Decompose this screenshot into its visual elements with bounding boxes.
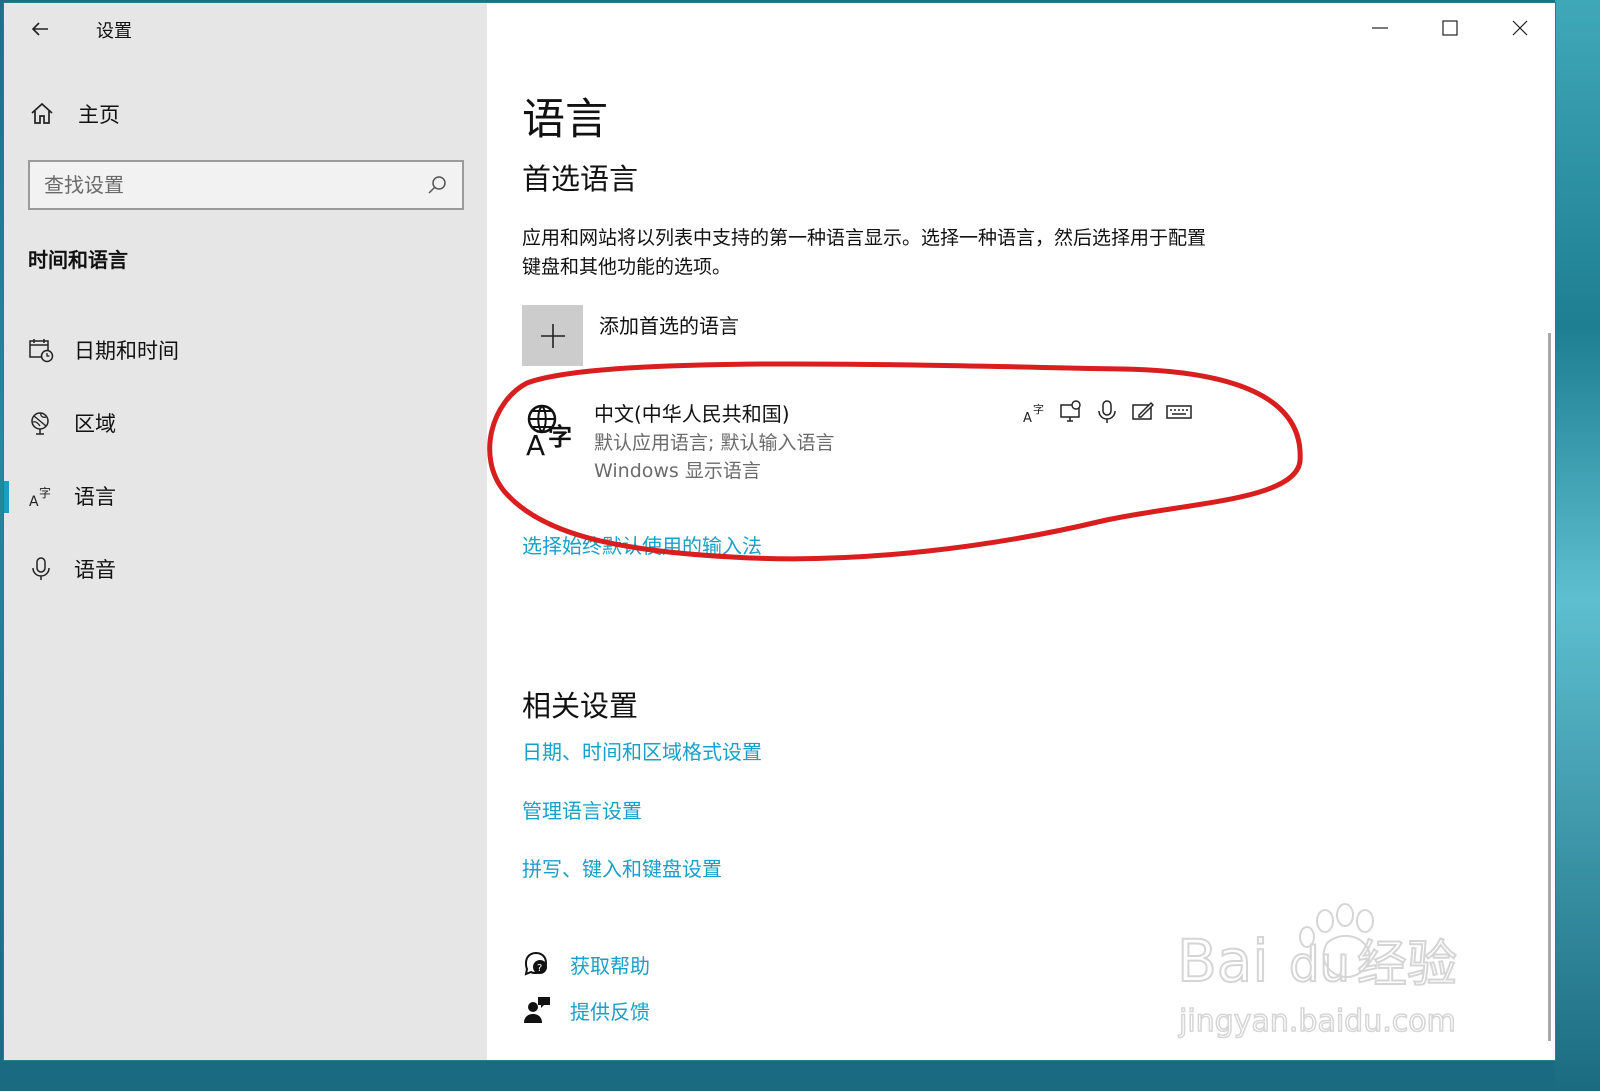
language-display-info: Windows 显示语言: [594, 460, 761, 482]
home-icon: [28, 100, 56, 128]
scrollbar[interactable]: [1548, 333, 1551, 1041]
feedback-link[interactable]: 提供反馈: [522, 995, 650, 1025]
svg-text:A: A: [1023, 411, 1032, 425]
sidebar-item-label: 区域: [74, 411, 116, 436]
related-link-spelling-typing-keyboard[interactable]: 拼写、键入和键盘设置: [522, 853, 722, 882]
speech-icon: [1058, 399, 1084, 425]
add-language-label: 添加首选的语言: [599, 314, 739, 338]
microphone-icon: [28, 556, 54, 582]
related-link-date-time-region[interactable]: 日期、时间和区域格式设置: [522, 736, 762, 765]
nav-list: 日期和时间 区域 A字 语言 语音: [4, 313, 487, 605]
home-nav-item[interactable]: 主页: [28, 99, 120, 129]
preferred-languages-description: 应用和网站将以列表中支持的第一种语言显示。选择一种语言，然后选择用于配置键盘和其…: [522, 227, 1207, 278]
plus-icon: [540, 323, 565, 348]
language-default-info: 默认应用语言; 默认输入语言: [594, 432, 835, 454]
language-feature-icons: A字: [1022, 399, 1192, 426]
language-globe-icon: A 字: [524, 401, 580, 462]
desktop-background: [1555, 0, 1600, 1091]
related-link-manage-language[interactable]: 管理语言设置: [522, 795, 642, 824]
sidebar-item-label: 语音: [74, 557, 116, 582]
svg-text:字: 字: [1033, 402, 1044, 416]
feedback-person-icon: [522, 995, 552, 1025]
main-content: 语言 首选语言 应用和网站将以列表中支持的第一种语言显示。选择一种语言，然后选择…: [522, 3, 1522, 1060]
svg-text:?: ?: [537, 963, 542, 974]
calendar-clock-icon: [28, 337, 54, 363]
sidebar-item-speech[interactable]: 语音: [4, 532, 487, 605]
sidebar-item-label: 日期和时间: [74, 338, 179, 363]
feedback-label: 提供反馈: [570, 999, 650, 1024]
back-arrow-icon[interactable]: [28, 17, 52, 41]
language-icon: A字: [28, 483, 54, 510]
settings-window: 设置 主页 时间和语言 日期和时间: [4, 3, 1555, 1060]
keyboard-icon: [1166, 399, 1192, 425]
window-title: 设置: [96, 21, 132, 42]
sidebar-item-region[interactable]: 区域: [4, 386, 487, 459]
search-input[interactable]: [44, 173, 426, 197]
microphone-icon: [1094, 399, 1120, 425]
language-name: 中文(中华人民共和国): [594, 402, 790, 426]
add-language-button[interactable]: 添加首选的语言: [522, 305, 739, 366]
svg-text:A: A: [526, 429, 545, 457]
svg-text:字: 字: [39, 485, 51, 500]
section-heading: 时间和语言: [28, 248, 128, 272]
home-label: 主页: [78, 103, 120, 127]
search-icon[interactable]: [426, 174, 448, 196]
related-settings-title: 相关设置: [522, 689, 639, 723]
sidebar-item-language[interactable]: A字 语言: [4, 459, 487, 532]
get-help-link[interactable]: ? 获取帮助: [522, 949, 650, 979]
add-tile[interactable]: [522, 305, 583, 366]
sidebar-item-date-time[interactable]: 日期和时间: [4, 313, 487, 386]
help-chat-icon: ?: [522, 949, 552, 979]
page-title: 语言: [522, 95, 608, 145]
globe-region-icon: [28, 410, 54, 436]
handwriting-icon: [1130, 399, 1156, 425]
svg-text:字: 字: [548, 423, 572, 451]
display-language-icon: A字: [1022, 399, 1048, 426]
get-help-label: 获取帮助: [570, 953, 650, 978]
search-box[interactable]: [28, 160, 464, 210]
svg-text:A: A: [29, 494, 39, 509]
input-method-link[interactable]: 选择始终默认使用的输入法: [522, 530, 762, 559]
preferred-languages-title: 首选语言: [522, 162, 639, 196]
sidebar-item-label: 语言: [74, 484, 116, 509]
sidebar: 设置 主页 时间和语言 日期和时间: [4, 3, 487, 1060]
language-list-item[interactable]: A 字 中文(中华人民共和国) 默认应用语言; 默认输入语言 Windows 显…: [522, 396, 1202, 486]
